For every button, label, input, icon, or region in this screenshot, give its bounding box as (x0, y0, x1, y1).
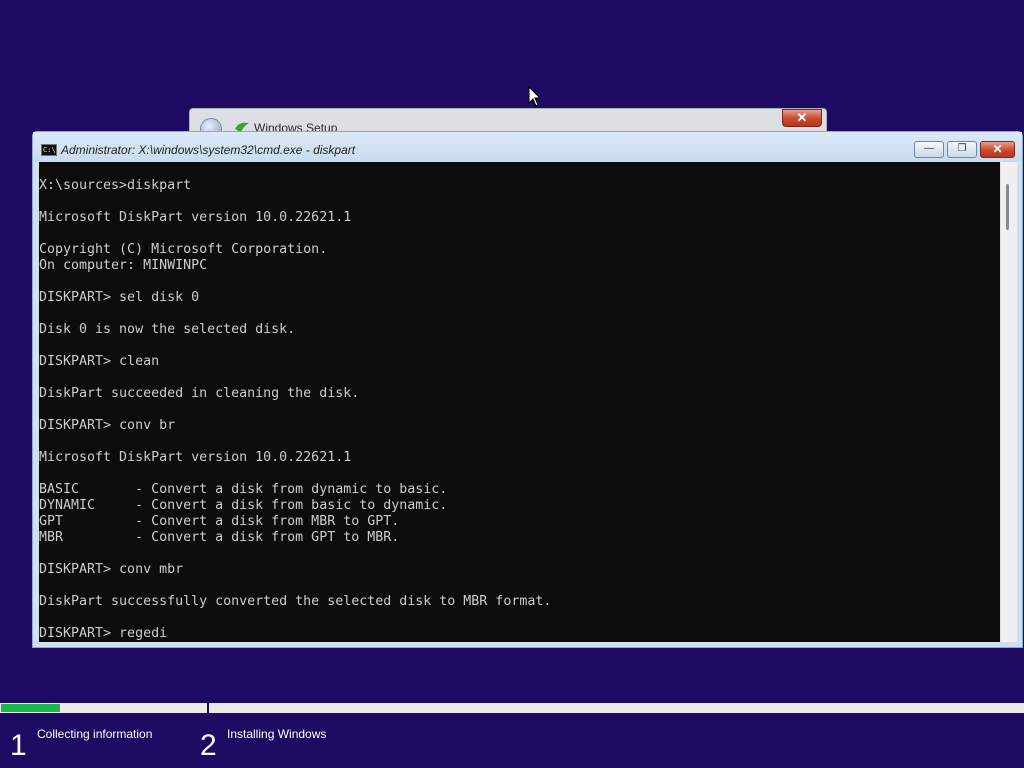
console-line: DiskPart succeeded in cleaning the disk. (39, 386, 360, 401)
console-line: Copyright (C) Microsoft Corporation. (39, 242, 328, 257)
cmd-titlebar[interactable]: C:\ Administrator: X:\windows\system32\c… (33, 132, 1022, 162)
console-line: DISKPART> conv br (39, 418, 176, 433)
progress-step-divider (207, 703, 209, 713)
scrollbar-thumb[interactable] (1006, 184, 1009, 230)
console-line: X:\sources>diskpart (39, 178, 192, 193)
console-line: Microsoft DiskPart version 10.0.22621.1 (39, 450, 352, 465)
setup-close-button[interactable]: ✕ (782, 109, 822, 127)
console-line: DISKPART> sel disk 0 (39, 290, 200, 305)
console-line: DiskPart successfully converted the sele… (39, 594, 552, 609)
step-label: Installing Windows (227, 727, 327, 741)
console-line: DISKPART> regedi (39, 626, 168, 641)
console-scrollbar[interactable] (1000, 162, 1017, 642)
cmd-window-title: Administrator: X:\windows\system32\cmd.e… (61, 143, 356, 157)
console-line: GPT - Convert a disk from MBR to GPT. (39, 514, 400, 529)
progress-fill (1, 704, 60, 712)
console-output[interactable]: X:\sources>diskpart Microsoft DiskPart ve… (39, 162, 1000, 642)
console-line: DISKPART> conv mbr (39, 562, 184, 577)
setup-progress-bar (0, 703, 1024, 713)
step-number: 2 (200, 729, 217, 762)
close-button[interactable]: ✕ (980, 141, 1015, 158)
console-line: MBR - Convert a disk from GPT to MBR. (39, 530, 400, 545)
maximize-button[interactable]: ❐ (947, 141, 977, 158)
console-line: DYNAMIC - Convert a disk from basic to d… (39, 498, 448, 513)
command-prompt-icon: C:\ (41, 144, 57, 156)
console-line: BASIC - Convert a disk from dynamic to b… (39, 482, 448, 497)
minimize-button[interactable]: — (914, 141, 944, 158)
console-line: Microsoft DiskPart version 10.0.22621.1 (39, 210, 352, 225)
cmd-window: C:\ Administrator: X:\windows\system32\c… (32, 131, 1023, 648)
console-line: On computer: MINWINPC (39, 258, 208, 273)
step-number: 1 (10, 729, 27, 762)
console-line: Disk 0 is now the selected disk. (39, 322, 296, 337)
console-line: DISKPART> clean (39, 354, 160, 369)
step-label: Collecting information (37, 727, 153, 741)
console-text: X:\sources>diskpart Microsoft DiskPart ve… (39, 178, 551, 642)
arrow-pointer-icon (528, 86, 542, 107)
